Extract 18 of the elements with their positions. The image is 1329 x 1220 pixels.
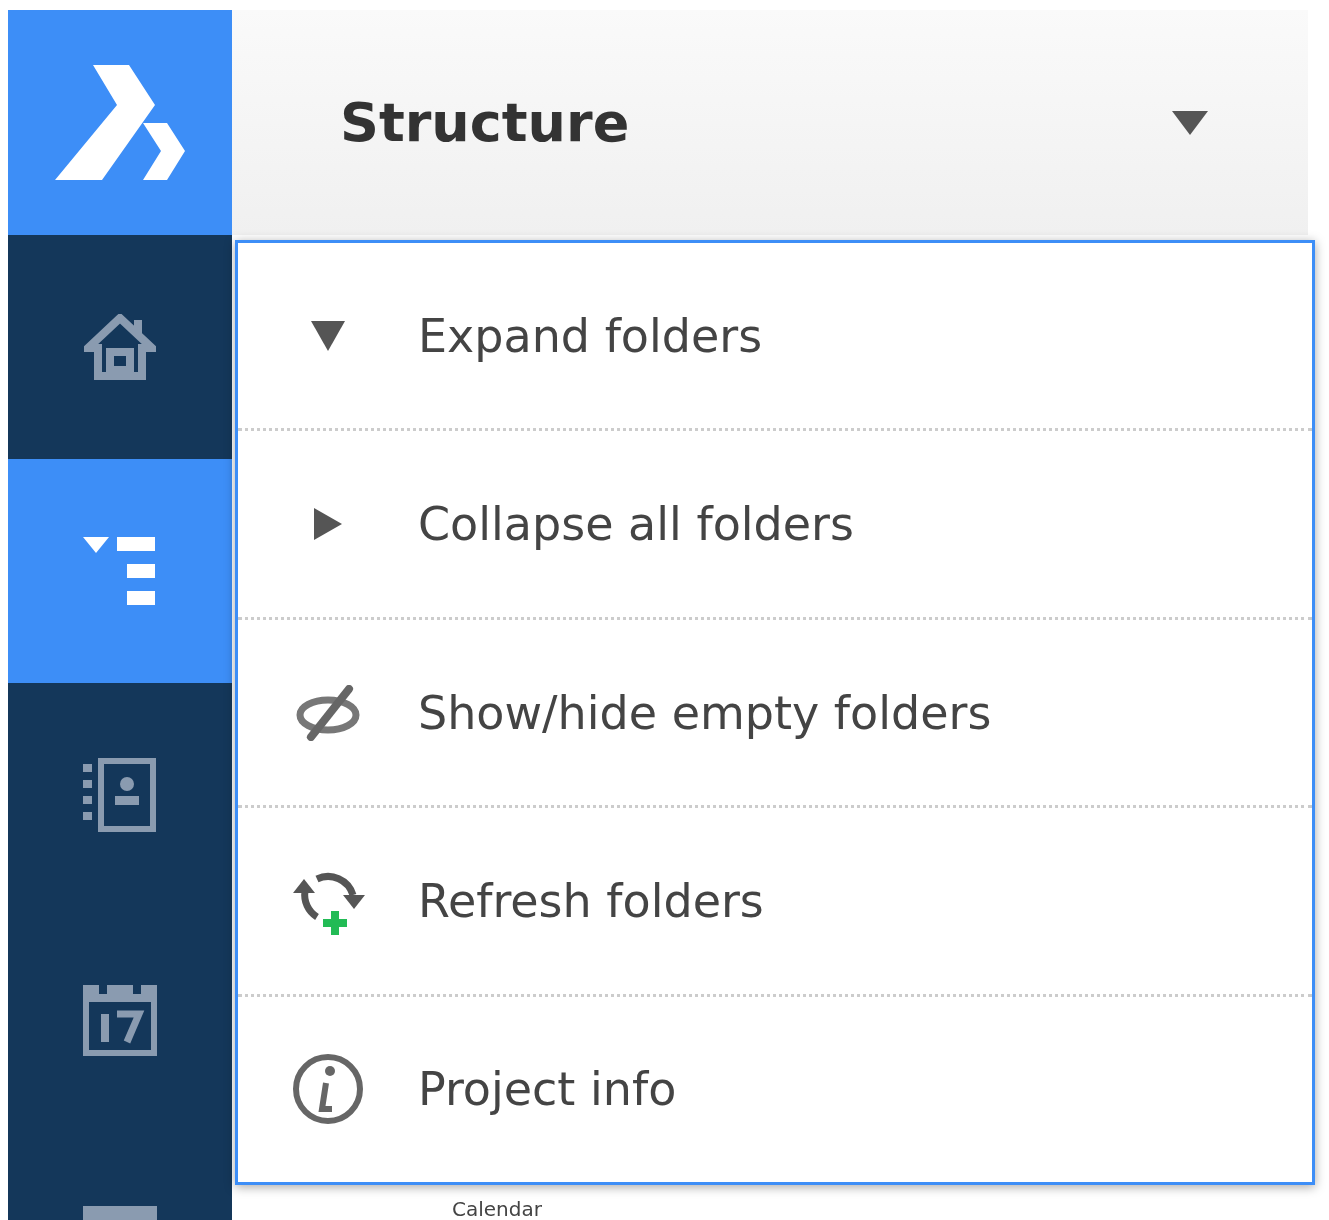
caret-down-icon: [311, 320, 345, 351]
contact-book-icon: [83, 758, 157, 832]
sidebar-item[interactable]: [8, 459, 232, 683]
caret-down-icon[interactable]: [1172, 110, 1208, 135]
tree-list-icon: [83, 537, 157, 605]
info-icon: [292, 1053, 364, 1126]
menu-item[interactable]: Refresh folders: [238, 808, 1312, 997]
caret-right-icon: [314, 508, 342, 541]
calendar-icon: [83, 982, 157, 1056]
eye-slash-icon: [295, 684, 361, 741]
home-icon: [84, 314, 156, 380]
menu-item[interactable]: Expand folders: [238, 243, 1312, 432]
menu-item[interactable]: Project info: [238, 996, 1312, 1183]
menu-item[interactable]: Show/hide empty folders: [238, 619, 1312, 809]
list-item[interactable]: Calendar: [332, 1198, 1308, 1220]
menu-item[interactable]: Collapse all folders: [238, 431, 1312, 620]
page-title: Structure: [340, 91, 630, 154]
app-logo-icon: [55, 65, 185, 180]
